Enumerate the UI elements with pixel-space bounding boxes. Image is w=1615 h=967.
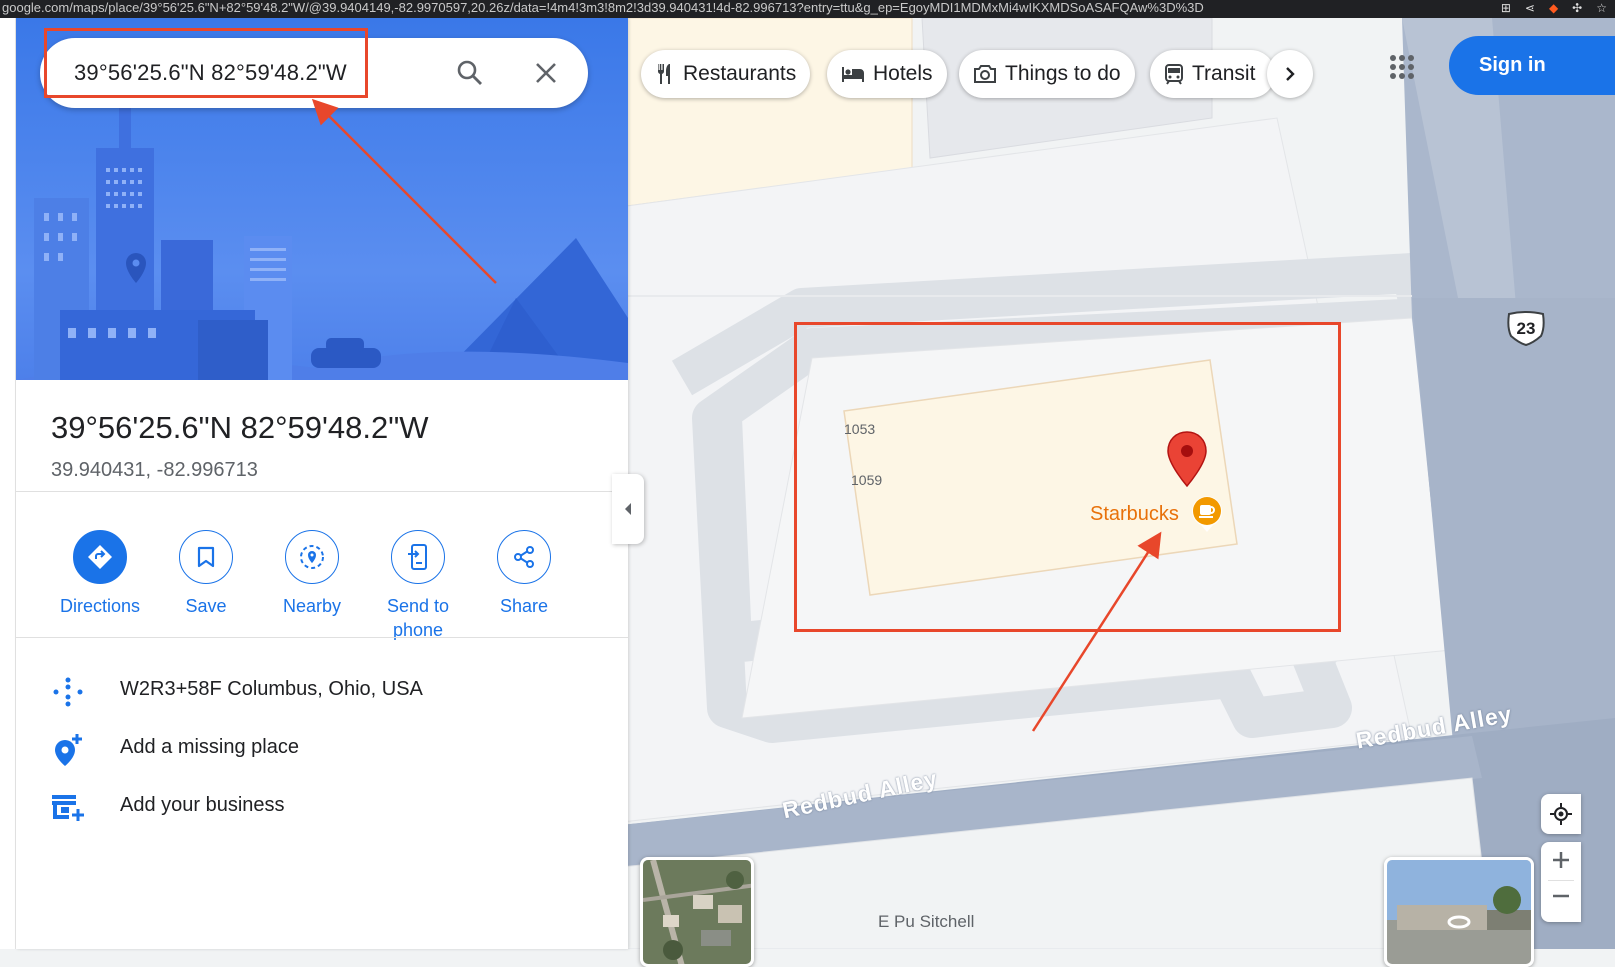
chips-next-button[interactable] (1267, 50, 1313, 98)
save-button[interactable]: Save (153, 530, 259, 618)
transit-icon (1165, 64, 1183, 85)
add-place-icon (50, 732, 86, 768)
action-buttons: Directions Save Nearby Send to phone Sha… (16, 530, 628, 645)
hotel-icon (842, 67, 864, 82)
add-missing-place-row[interactable]: Add a missing place (16, 720, 628, 774)
sign-in-button[interactable]: Sign in (1449, 36, 1615, 95)
divider (16, 637, 628, 638)
place-title: 39°56'25.6"N 82°59'48.2"W (51, 410, 429, 445)
street-view-preview-image (1387, 860, 1531, 964)
nearby-circle (285, 530, 339, 584)
directions-button[interactable]: Directions (47, 530, 153, 618)
send-to-phone-label: Send to phone (386, 596, 450, 640)
route-shield-number: 23 (1516, 319, 1536, 338)
send-to-phone-icon (408, 544, 427, 570)
plus-code-icon (50, 674, 86, 710)
left-edge-strip (0, 18, 16, 949)
directions-circle (73, 530, 127, 584)
search-input[interactable]: 39°56'25.6"N 82°59'48.2"W (74, 60, 347, 86)
bookmark-star-icon[interactable]: ☆ (1596, 1, 1607, 16)
directions-icon (88, 545, 112, 569)
add-business-text: Add your business (120, 794, 285, 816)
search-box[interactable]: 39°56'25.6"N 82°59'48.2"W (40, 38, 588, 108)
zoom-controls (1541, 842, 1581, 922)
chip-things-to-do-label: Things to do (1005, 62, 1121, 85)
add-missing-place-text: Add a missing place (120, 736, 299, 758)
street-view-thumbnail[interactable] (1384, 857, 1534, 967)
chip-restaurants-label: Restaurants (683, 62, 797, 85)
place-panel: 39°56'25.6"N 82°59'48.2"W 39°56'25.6"N 8… (16, 18, 628, 949)
browser-toolbar-icons: ⊞ ⋖ ◆ ✣ ☆ (1501, 1, 1607, 16)
url-text: google.com/maps/place/39°56'25.6"N+82°59… (2, 0, 1204, 15)
chip-restaurants[interactable]: Restaurants (641, 50, 811, 98)
add-business-icon (50, 790, 86, 826)
map-canvas[interactable] (612, 18, 1615, 949)
share-icon (514, 546, 534, 568)
extensions-icon[interactable]: ✣ (1572, 1, 1582, 16)
chip-transit-label: Transit (1192, 62, 1256, 85)
send-to-phone-button[interactable]: Send to phone (365, 530, 471, 642)
camera-icon (974, 65, 996, 83)
nearby-label: Nearby (282, 596, 342, 616)
directions-label: Directions (59, 596, 141, 616)
chip-hotels[interactable]: Hotels (827, 50, 947, 98)
address-label-1053: 1053 (844, 421, 876, 437)
location-pin-icon[interactable] (1165, 430, 1209, 488)
search-icon (457, 60, 482, 85)
street-label-partial: E Pu Sitchell (878, 912, 975, 931)
install-icon[interactable]: ⊞ (1501, 1, 1511, 16)
share-page-icon[interactable]: ⋖ (1525, 1, 1535, 16)
apps-grid-icon (1390, 55, 1414, 79)
nearby-icon (300, 545, 324, 569)
zoom-in-icon[interactable] (1551, 850, 1571, 870)
divider (16, 491, 628, 492)
chip-things-to-do[interactable]: Things to do (959, 50, 1135, 98)
save-circle (179, 530, 233, 584)
save-label: Save (185, 596, 227, 616)
clear-search-button[interactable] (528, 55, 564, 91)
satellite-layer-thumbnail[interactable] (640, 857, 754, 967)
decimal-coordinates: 39.940431, -82.996713 (51, 459, 258, 481)
share-circle (497, 530, 551, 584)
collapse-panel-button[interactable] (612, 474, 644, 544)
search-button[interactable] (452, 55, 488, 91)
plus-code-row[interactable]: W2R3+58F Columbus, Ohio, USA (16, 662, 628, 716)
share-button[interactable]: Share (471, 530, 577, 618)
add-business-row[interactable]: Add your business (16, 778, 628, 832)
zoom-divider (1548, 880, 1574, 881)
restaurant-icon (657, 64, 670, 84)
send-to-phone-circle (391, 530, 445, 584)
chip-hotels-label: Hotels (873, 62, 933, 85)
chevron-right-icon (1286, 67, 1295, 81)
coffee-icon[interactable] (1188, 494, 1226, 536)
map-drawing (612, 18, 1615, 949)
address-label-1059: 1059 (851, 472, 883, 488)
zoom-out-icon[interactable] (1551, 891, 1571, 901)
browser-url-bar[interactable]: google.com/maps/place/39°56'25.6"N+82°59… (0, 0, 1615, 18)
poi-label-starbucks[interactable]: Starbucks (1090, 503, 1179, 526)
my-location-icon (1550, 803, 1572, 825)
google-apps-button[interactable] (1383, 48, 1421, 86)
close-icon (536, 63, 556, 83)
satellite-preview-image (643, 860, 751, 964)
chip-transit[interactable]: Transit (1150, 50, 1275, 98)
share-label: Share (499, 596, 549, 616)
nearby-button[interactable]: Nearby (259, 530, 365, 618)
triangle-left-icon (625, 503, 631, 515)
plus-code-text: W2R3+58F Columbus, Ohio, USA (120, 678, 423, 700)
us-route-shield-icon: 23 (1505, 310, 1547, 347)
my-location-button[interactable] (1541, 794, 1581, 834)
bookmark-icon (197, 546, 215, 568)
brave-shield-icon[interactable]: ◆ (1549, 1, 1558, 16)
